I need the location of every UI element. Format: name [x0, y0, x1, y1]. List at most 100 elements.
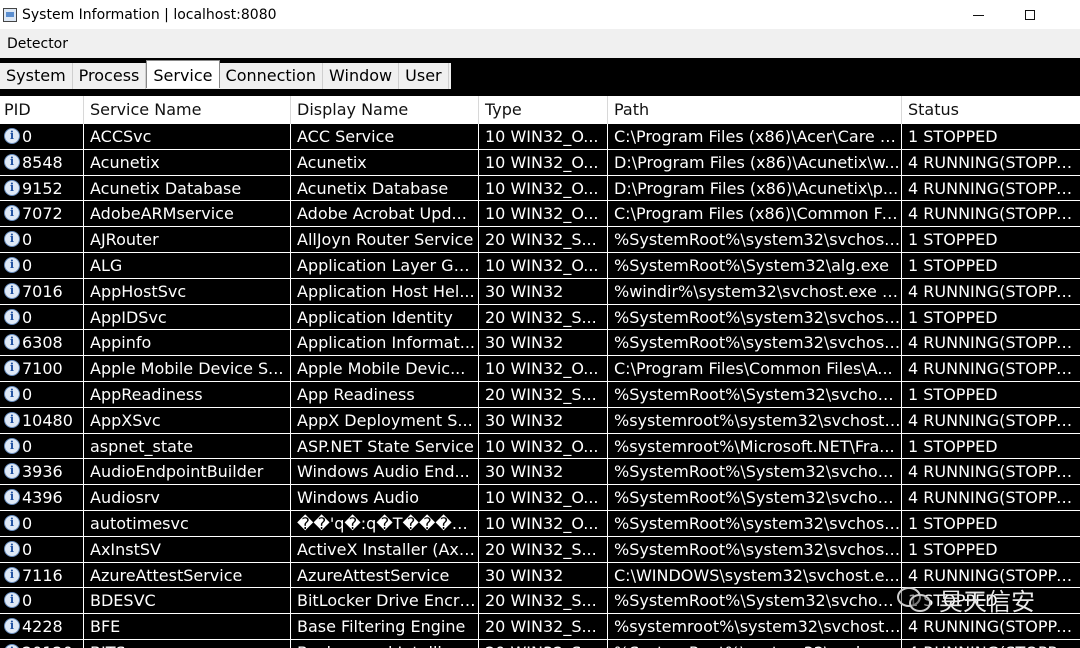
- cell-type: 10 WIN32_O...: [479, 510, 608, 537]
- cell-pid: 0: [0, 536, 84, 563]
- cell-type: 10 WIN32_O...: [479, 201, 608, 228]
- cell-display-name: Apple Mobile Devic...: [291, 356, 479, 382]
- tab-connection[interactable]: Connection: [219, 63, 324, 89]
- cell-status: 1 STOPPED: [902, 305, 1080, 331]
- cell-service-name: Acunetix: [84, 149, 291, 176]
- cell-type: 20 WIN32_S...: [479, 304, 608, 331]
- cell-service-name: AppHostSvc: [84, 278, 291, 305]
- pid-value: 6308: [22, 333, 63, 353]
- tab-process[interactable]: Process: [72, 63, 147, 89]
- cell-pid: 0: [0, 304, 84, 331]
- cell-path: %SystemRoot%\System32\svchost...: [608, 381, 902, 408]
- table-row[interactable]: 0 AppIDSvcApplication Identity20 WIN32_S.…: [0, 304, 1080, 331]
- cell-pid: 0: [0, 433, 84, 460]
- cell-display-name: ��'q�:q�T���ⱷ�: [291, 510, 479, 537]
- cell-pid: 7072: [0, 201, 84, 228]
- column-header-service-name[interactable]: Service Name: [84, 96, 291, 124]
- table-row[interactable]: 8548AcunetixAcunetix10 WIN32_O...D:\Prog…: [0, 149, 1080, 176]
- column-header-display-name[interactable]: Display Name: [291, 96, 479, 124]
- table-row[interactable]: 6308 AppinfoApplication Informat...30 WIN…: [0, 330, 1080, 357]
- cell-service-name: AppIDSvc: [84, 304, 291, 331]
- cell-display-name: Base Filtering Engine: [291, 614, 479, 640]
- cell-display-name: AppX Deployment S...: [291, 407, 479, 434]
- table-row[interactable]: 0 AJRouterAllJoyn Router Service20 WIN32_…: [0, 227, 1080, 253]
- cell-type: 30 WIN32: [479, 407, 608, 434]
- cell-service-name: aspnet_state: [84, 433, 291, 460]
- cell-service-name: ALG: [84, 252, 291, 279]
- pid-value: 7100: [22, 359, 63, 379]
- cell-service-name: autotimesvc: [84, 510, 291, 537]
- table-row[interactable]: 7016 AppHostSvcApplication Host Hel...30 …: [0, 278, 1080, 305]
- table-row[interactable]: 4228 BFEBase Filtering Engine20 WIN32_S..…: [0, 614, 1080, 640]
- pid-value: 0: [22, 539, 33, 559]
- wechat-icon: [897, 585, 933, 613]
- tab-window[interactable]: Window: [323, 63, 400, 89]
- minimize-button[interactable]: [950, 0, 1006, 29]
- cell-status: 4 RUNNING(STOPPA...: [902, 176, 1080, 202]
- info-icon: [4, 592, 20, 609]
- table-row[interactable]: 0 ALGApplication Layer Ga...10 WIN32_O...…: [0, 252, 1080, 279]
- tab-system[interactable]: System: [0, 63, 73, 89]
- cell-pid: 4228: [0, 614, 84, 640]
- column-header-pid[interactable]: PID: [0, 96, 84, 124]
- cell-status: 4 RUNNING(STOPPA...: [902, 640, 1080, 648]
- cell-pid: 4396: [0, 485, 84, 511]
- column-header-status[interactable]: Status: [902, 96, 1080, 124]
- cell-display-name: Acunetix Database: [291, 175, 479, 202]
- info-icon: [4, 308, 20, 325]
- table-row[interactable]: 0 autotimesvc��'q�:q�T���ⱷ�10 WIN32_O...%…: [0, 510, 1080, 537]
- table-row[interactable]: 4396 AudiosrvWindows Audio10 WIN32_O...%S…: [0, 485, 1080, 511]
- cell-display-name: BitLocker Drive Encry...: [291, 588, 479, 615]
- tab-service[interactable]: Service: [146, 60, 220, 88]
- pid-value: 0: [22, 513, 33, 533]
- info-icon: [4, 437, 20, 454]
- cell-status: 4 RUNNING(STOPPA...: [902, 459, 1080, 486]
- menu-item-detector[interactable]: Detector: [7, 36, 68, 52]
- cell-status: 4 RUNNING(STOPPA...: [902, 279, 1080, 305]
- table-row[interactable]: 7100 Apple Mobile Device S...Apple Mobile…: [0, 356, 1080, 382]
- cell-service-name: AxInstSV: [84, 536, 291, 563]
- table-row[interactable]: 20120 BITSBackground Intelli...20 WIN32_S…: [0, 639, 1080, 648]
- pid-value: 0: [22, 384, 33, 404]
- cell-status: 1 STOPPED: [902, 537, 1080, 563]
- cell-path: %SystemRoot%\system32\svchost...: [608, 536, 902, 563]
- cell-path: D:\Program Files (x86)\Acunetix\p...: [608, 175, 902, 202]
- cell-display-name: Application Identity: [291, 304, 479, 331]
- info-icon: [4, 411, 20, 428]
- cell-pid: 0: [0, 124, 84, 150]
- info-icon: [4, 643, 20, 648]
- table-row[interactable]: 10480 AppXSvcAppX Deployment S...30 WIN32…: [0, 407, 1080, 434]
- column-header-type[interactable]: Type: [479, 96, 608, 124]
- pid-value: 10480: [22, 410, 73, 430]
- service-table[interactable]: PID Service Name Display Name Type Path …: [0, 96, 1080, 648]
- maximize-button[interactable]: [1002, 0, 1058, 29]
- watermark-text: 昊天信安: [939, 587, 1035, 616]
- cell-type: 20 WIN32_S...: [479, 536, 608, 563]
- column-header-path[interactable]: Path: [608, 96, 902, 124]
- cell-path: %SystemRoot%\system32\svchost...: [608, 639, 902, 648]
- table-row[interactable]: 0 AppReadinessApp Readiness20 WIN32_S...%…: [0, 381, 1080, 408]
- cell-path: %SystemRoot%\System32\svchost...: [608, 588, 902, 615]
- table-row[interactable]: 0 AxInstSVActiveX Installer (AxI...20 WIN…: [0, 536, 1080, 563]
- cell-type: 30 WIN32: [479, 459, 608, 486]
- cell-type: 20 WIN32_S...: [479, 381, 608, 408]
- table-row[interactable]: 0 ACCSvcACC Service10 WIN32_O...C:\Progra…: [0, 124, 1080, 150]
- cell-service-name: AzureAttestService: [84, 562, 291, 589]
- cell-pid: 7116: [0, 562, 84, 589]
- info-icon: [4, 540, 20, 557]
- pid-value: 0: [22, 591, 33, 611]
- pid-value: 9152: [22, 178, 63, 198]
- cell-display-name: ACC Service: [291, 124, 479, 150]
- table-row[interactable]: 9152Acunetix DatabaseAcunetix Database10…: [0, 175, 1080, 202]
- tab-user[interactable]: User: [399, 63, 449, 89]
- cell-display-name: App Readiness: [291, 381, 479, 408]
- cell-path: %SystemRoot%\system32\svchost...: [608, 227, 902, 253]
- pid-value: 0: [22, 230, 33, 250]
- table-row[interactable]: 7072 AdobeARMserviceAdobe Acrobat Upd...1…: [0, 201, 1080, 228]
- table-row[interactable]: 0 aspnet_stateASP.NET State Service10 WIN…: [0, 433, 1080, 460]
- cell-service-name: BDESVC: [84, 588, 291, 615]
- cell-type: 20 WIN32_S...: [479, 227, 608, 253]
- cell-status: 1 STOPPED: [902, 253, 1080, 279]
- watermark: 昊天信安: [897, 583, 1035, 616]
- table-row[interactable]: 3936 AudioEndpointBuilderWindows Audio En…: [0, 459, 1080, 486]
